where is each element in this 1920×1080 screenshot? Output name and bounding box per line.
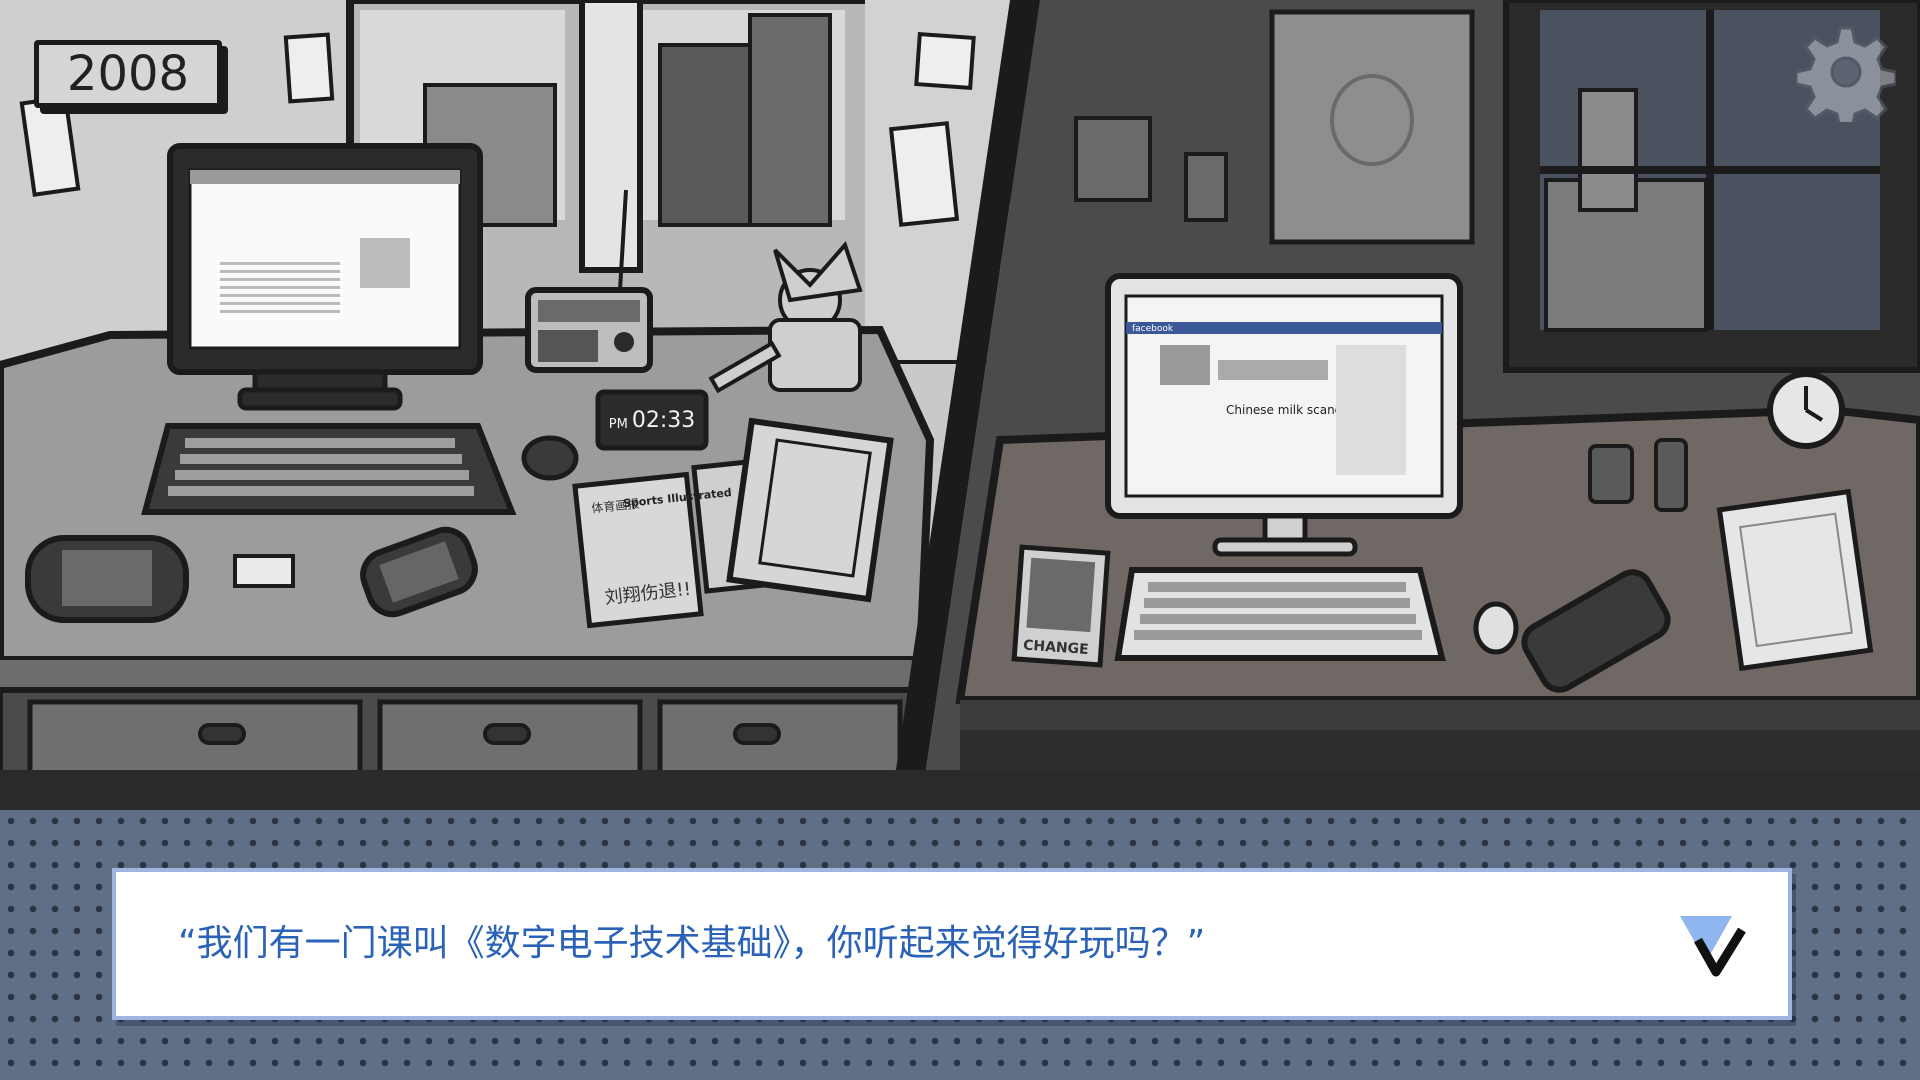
dialog-box[interactable]: “我们有一门课叫《数字电子技术基础》，你听起来觉得好玩吗？” <box>112 868 1792 1020</box>
psp-console <box>25 535 189 623</box>
change-poster: CHANGE <box>1011 544 1111 668</box>
year-label: 2008 <box>34 40 222 108</box>
facebook-logo: facebook <box>1132 324 1174 334</box>
settings-button[interactable] <box>1794 22 1898 130</box>
right-monitor: facebook Chinese milk scandal <box>1105 273 1463 557</box>
clock-time: 02:33 <box>631 407 696 433</box>
desk-clock-display: PM 02:33 <box>600 394 704 446</box>
left-keyboard <box>141 423 517 515</box>
dialog-text: “我们有一门课叫《数字电子技术基础》，你听起来觉得好玩吗？” <box>178 923 1206 964</box>
triangle-down-icon <box>1680 916 1746 977</box>
clock-ampm: PM <box>608 416 628 432</box>
right-keyboard <box>1114 567 1446 661</box>
desk-scene: 体育画报 Sports Illustrated 刘翔伤退!! facebook … <box>0 0 1920 810</box>
news-headline: Chinese milk scandal <box>1226 403 1353 417</box>
left-room: 体育画报 Sports Illustrated 刘翔伤退!! <box>0 0 1014 810</box>
gear-icon <box>1794 26 1898 130</box>
game-stage: 体育画报 Sports Illustrated 刘翔伤退!! facebook … <box>0 0 1920 1080</box>
left-monitor <box>167 143 483 411</box>
right-room: facebook Chinese milk scandal CHANGE <box>920 0 1920 810</box>
advance-dialog-button[interactable] <box>1676 910 1748 982</box>
